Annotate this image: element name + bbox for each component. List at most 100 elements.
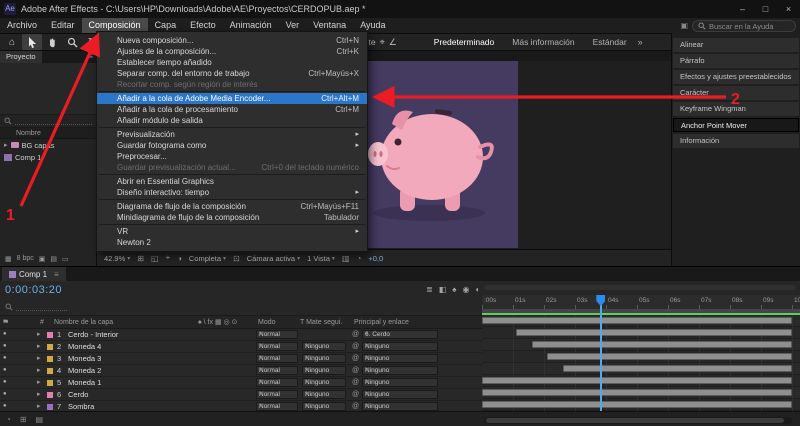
layer-duration-bar[interactable] [547,353,792,360]
menu-item-diseno-interactivo-tiempo[interactable]: Diseño interactivo: tiempo ▸ [97,187,367,198]
menu-item-establecer-tiempo-anadido[interactable]: Establecer tiempo añadido [97,57,367,68]
trkmat-header[interactable]: T Mate segui. [300,316,342,329]
menu-item-abrir-en-essential-graphics[interactable]: Abrir en Essential Graphics [97,176,367,187]
sidebar-panel-keyframe-wingman[interactable]: Keyframe Wingman [673,102,799,116]
mode-dropdown[interactable]: Normal▾ [256,390,298,399]
workspace-tab-estandar[interactable]: Estándar [584,34,636,50]
mode-header[interactable]: Modo [258,316,276,329]
mode-dropdown[interactable]: Normal▾ [256,330,298,339]
menu-item-guardar-fotograma-como[interactable]: Guardar fotograma como ▸ [97,140,367,151]
parent-dropdown[interactable]: Ninguno▾ [362,378,438,387]
layer-duration-bar[interactable] [531,341,792,348]
delete-icon[interactable]: ▭ [62,255,69,263]
expand-in-out-icon[interactable]: ◔ [6,415,11,424]
motion-blur-icon[interactable]: ◐ [476,285,481,294]
comp-mini-flowchart-icon[interactable]: ≣ [426,285,433,294]
transfer-controls-icon[interactable]: ⊞ [20,415,27,424]
visibility-toggle[interactable]: ● [3,353,7,364]
project-item-comp-1[interactable]: Comp 1 [0,151,96,163]
mode-dropdown[interactable]: Normal▾ [256,402,298,411]
expand-toggle[interactable]: ▸ [37,353,41,364]
menu-item-anadir-a-la-cola-de-procesamiento[interactable]: Añadir a la cola de procesamiento Ctrl+M [97,104,367,115]
close-button[interactable]: × [777,0,800,18]
fast-previews-icon[interactable]: ◔ [357,254,362,263]
sidebar-panel-anchor-point-mover[interactable]: Anchor Point Mover [673,118,799,132]
panel-menu-icon[interactable]: ≡ [54,270,59,279]
menubar-item-archivo[interactable]: Archivo [0,18,44,33]
magnification-dropdown[interactable]: 42.9% ▾ [104,254,130,263]
layer-duration-bar[interactable] [482,401,792,408]
snap-toggle-icon[interactable]: ⌖ [380,37,385,48]
zoom-tool-icon[interactable] [62,34,82,50]
visibility-toggle[interactable]: ● [3,365,7,376]
label-color-chip[interactable] [47,332,53,338]
label-color-chip[interactable] [47,344,53,350]
panel-menu-icon[interactable]: ≡ [88,51,96,63]
hide-shy-layers-icon[interactable]: ♠ [452,285,456,294]
mode-dropdown[interactable]: Normal▾ [256,378,298,387]
view-count-dropdown[interactable]: 1 Vista ▾ [307,254,335,263]
timeline-scrollbar[interactable] [484,417,792,424]
menu-item-previsualizacion[interactable]: Previsualización ▸ [97,129,367,140]
mode-dropdown[interactable]: Normal▾ [256,342,298,351]
trkmat-dropdown[interactable]: Ninguno▾ [302,342,346,351]
draft-3d-icon[interactable]: ◧ [439,285,447,294]
label-color-chip[interactable] [47,392,53,398]
menu-item-ajustes-de-la-composicion[interactable]: Ajustes de la composición... Ctrl+K [97,46,367,57]
new-folder-icon[interactable]: ▣ [39,255,46,263]
workspace-tab-mas-informacion[interactable]: Más información [503,34,583,50]
sidebar-panel-informacion[interactable]: Información [673,134,799,148]
project-item-bg-capas[interactable]: ▸ BG capas [0,139,96,151]
visibility-toggle[interactable]: ● [3,329,7,340]
layer-duration-bar[interactable] [482,389,792,396]
sidebar-panel-caracter[interactable]: Carácter [673,86,799,100]
layer-row-moneda-3[interactable]: ● ▸ 3 Moneda 3 Normal ▾ Ninguno ▾ @ Ninguno ▾ [0,353,482,365]
layer-duration-bar[interactable] [562,365,792,372]
menu-item-newton-2[interactable]: Newton 2 [97,237,367,248]
trkmat-dropdown[interactable]: Ninguno▾ [302,354,346,363]
expand-toggle[interactable]: ▸ [37,329,41,340]
timeline-graph[interactable]: :00s 01s 02s 03s 04s 05s 06s 07s 08s 09s 10s [482,281,800,411]
camera-view-dropdown[interactable]: Cámara activa ▾ [247,254,300,263]
workspace-overflow-button[interactable]: » [638,37,643,47]
lock-column-icon[interactable]: ■ [3,316,7,329]
snapshot-icon[interactable]: ⌖ [166,253,171,263]
menu-item-diagrama-de-flujo-de-la-composicion[interactable]: Diagrama de flujo de la composición Ctrl+… [97,201,367,212]
pixel-aspect-icon[interactable]: ▥ [342,254,350,263]
selection-tool-icon[interactable] [22,34,42,50]
expand-toggle[interactable]: ▸ [37,377,41,388]
layer-row-moneda-2[interactable]: ● ▸ 4 Moneda 2 Normal ▾ Ninguno ▾ @ Ninguno ▾ [0,365,482,377]
hand-tool-icon[interactable] [42,34,62,50]
timeline-search-field[interactable] [16,304,67,311]
parent-link-header[interactable]: Principal y enlace [354,316,409,329]
mode-dropdown[interactable]: Normal▾ [256,354,298,363]
parent-dropdown[interactable]: Ninguno▾ [362,390,438,399]
expand-toggle[interactable]: ▸ [37,341,41,352]
menu-item-anadir-a-la-cola-de-adobe-media-encoder[interactable]: Añadir a la cola de Adobe Media Encoder.… [97,93,367,104]
label-color-chip[interactable] [47,356,53,362]
layer-duration-bar[interactable] [482,377,792,384]
in-out-columns-icon[interactable]: ▤ [36,415,44,424]
grid-options-icon[interactable]: ⊞ [137,254,144,263]
menu-item-recortar-comp-segun-region-de-interes[interactable]: Recortar comp. según región de interés [97,79,367,90]
menu-item-guardar-previsualizacion-actual[interactable]: Guardar previsualización actual... Ctrl+0… [97,162,367,173]
menu-item-anadir-modulo-de-salida[interactable]: Añadir módulo de salida [97,115,367,126]
label-color-chip[interactable] [47,368,53,374]
trkmat-dropdown[interactable]: Ninguno▾ [302,402,346,411]
home-tool-icon[interactable]: ⌂ [2,34,22,50]
project-column-header[interactable]: Nombre [0,128,96,139]
sidebar-panel-efectos-y-ajustes-preestablecidos[interactable]: Efectos y ajustes preestablecidos [673,70,799,84]
menu-item-vr[interactable]: VR ▸ [97,226,367,237]
parent-dropdown[interactable]: Ninguno▾ [362,366,438,375]
expand-toggle[interactable]: ▸ [37,389,41,400]
menubar-item-editar[interactable]: Editar [44,18,82,33]
expand-toggle[interactable]: ▸ [37,365,41,376]
maximize-button[interactable]: □ [754,0,777,18]
layer-row-cerdo[interactable]: ● ▸ 6 Cerdo Normal ▾ Ninguno ▾ @ Ninguno ▾ [0,389,482,401]
channels-icon[interactable]: ◑ [177,254,182,263]
snap-options-icon[interactable]: ∠ [389,37,397,48]
color-depth-label[interactable]: 8 bpc [17,255,34,262]
pickwhip-icon[interactable]: @ [352,329,359,340]
sidebar-panel-parrafo[interactable]: Párrafo [673,54,799,68]
layer-row-cerdo-interior[interactable]: ● ▸ 1 Cerdo - Interior Normal ▾ @6. Cerdo ▾ [0,329,482,341]
